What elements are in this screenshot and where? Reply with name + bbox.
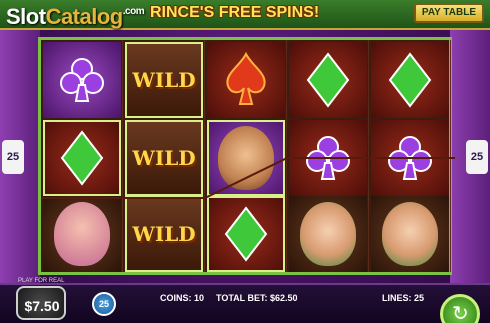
reel-2: WILD WILD WILD xyxy=(123,40,205,272)
bet-level-button[interactable]: 25 xyxy=(92,292,116,316)
diamond-icon xyxy=(306,52,350,108)
play-for-real-label: PLAY FOR REAL xyxy=(18,278,65,284)
line-indicator-right[interactable]: 25 xyxy=(466,140,488,174)
symbol-clown xyxy=(371,196,449,272)
symbol-wild: WILD xyxy=(125,42,203,118)
slotcatalog-logo: SlotCatalog.com xyxy=(6,4,145,29)
total-bet-label: TOTAL BET: xyxy=(216,293,268,303)
lines-label: LINES: xyxy=(382,293,412,303)
symbol-prince xyxy=(207,120,285,196)
pink-lady-icon xyxy=(54,202,110,266)
diamond-icon xyxy=(224,206,268,262)
top-bar: SlotCatalog.com RINCE'S FREE SPINS! PAY … xyxy=(0,0,490,30)
symbol-clown xyxy=(289,196,367,272)
clown-icon xyxy=(300,202,356,266)
symbol-spade xyxy=(207,42,285,118)
coins-value: 10 xyxy=(194,293,205,303)
symbol-diamond xyxy=(289,42,367,118)
symbol-diamond xyxy=(207,196,285,272)
balance-value: $7.50 xyxy=(24,298,60,314)
prince-icon xyxy=(218,126,274,190)
spade-icon xyxy=(226,52,266,105)
symbol-diamond xyxy=(371,42,449,118)
symbol-club xyxy=(289,120,367,196)
total-bet-info: TOTAL BET: $62.50 xyxy=(216,293,298,303)
reel-3 xyxy=(205,40,287,272)
reel-5 xyxy=(369,40,451,272)
balance-display[interactable]: PLAY FOR REAL $7.50 xyxy=(16,278,66,320)
free-spins-title: RINCE'S FREE SPINS! xyxy=(150,4,320,21)
coins-label: COINS: xyxy=(160,293,192,303)
symbol-club xyxy=(371,120,449,196)
lines-info: LINES: 25 xyxy=(382,293,424,303)
coins-info: COINS: 10 xyxy=(160,293,204,303)
symbol-pink-lady xyxy=(43,196,121,272)
symbol-club xyxy=(43,42,121,118)
reels-grid: WILD WILD WILD xyxy=(38,37,455,275)
clown-icon xyxy=(382,202,438,266)
total-bet-value: $62.50 xyxy=(270,293,298,303)
reel-1 xyxy=(41,40,123,272)
game-stage: SlotCatalog.com RINCE'S FREE SPINS! PAY … xyxy=(0,0,490,323)
line-indicator-left[interactable]: 25 xyxy=(2,140,24,174)
symbol-diamond xyxy=(43,120,121,196)
diamond-icon xyxy=(388,52,432,108)
lines-value: 25 xyxy=(414,293,425,303)
symbol-wild: WILD xyxy=(125,120,203,196)
bottom-bar xyxy=(0,283,490,323)
diamond-icon xyxy=(60,130,104,186)
club-icon xyxy=(60,58,104,102)
club-icon xyxy=(388,136,432,180)
pay-table-button[interactable]: PAY TABLE xyxy=(413,3,484,23)
reel-4 xyxy=(287,40,369,272)
club-icon xyxy=(306,136,350,180)
symbol-wild: WILD xyxy=(125,196,203,272)
